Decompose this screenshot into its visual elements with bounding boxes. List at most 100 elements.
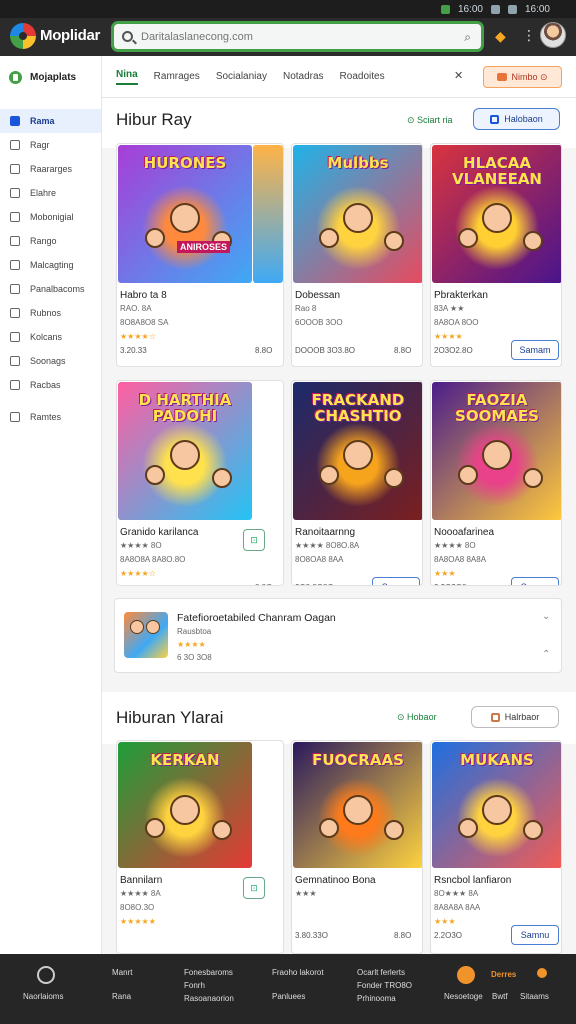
game-price: 2O8.8O8O — [295, 583, 334, 585]
sidebar-item-panalbacoms[interactable]: Panalbacoms — [0, 277, 101, 301]
game-action-button[interactable]: Samam — [511, 340, 559, 360]
game-title: Pbrakterkan — [434, 290, 488, 301]
game-price: 2.2O3O8 — [434, 583, 466, 585]
game-meta: ★★★ — [295, 889, 317, 898]
game-rating: ★★★★★ — [120, 917, 156, 926]
tab-roadoites[interactable]: Roadoites — [340, 71, 385, 82]
game-card[interactable]: HLACAA VLANEEAN Pbrakterkan 83A ★★ 8A8OA 8… — [430, 143, 562, 367]
coin-icon[interactable] — [457, 966, 475, 984]
section-header: Hiburan Ylarai ⊙ Hobaor Halrbaor — [102, 692, 576, 744]
sidebar-item-rango[interactable]: Rango — [0, 229, 101, 253]
sidebar-brand[interactable]: Mojaplats — [0, 56, 101, 98]
game-thumbnail: FAOZIA SOOMAES — [432, 382, 561, 520]
game-meta-secondary: 8A8O8A 8A8O.8O — [120, 555, 186, 564]
sidebar-item-ragr[interactable]: Ragr — [0, 133, 101, 157]
game-action-button[interactable]: Samnu — [511, 925, 559, 945]
tab-notadras[interactable]: Notadras — [283, 71, 324, 82]
more-options-icon[interactable]: ⋮ — [522, 27, 536, 44]
section-button-label: Halrbaor — [504, 712, 540, 722]
game-action-button[interactable]: Samnu — [372, 577, 420, 585]
bookmark-icon — [10, 332, 20, 342]
section-button[interactable]: Halrbaor — [471, 706, 559, 728]
chevron-up-icon[interactable]: ⌃ — [542, 649, 550, 660]
sidebar-item-ramtes[interactable]: Ramtes — [0, 405, 101, 429]
banner-meta-secondary: 6 3O 3O8 — [177, 653, 212, 662]
add-to-library-icon[interactable]: ⊡ — [243, 529, 265, 551]
gear-icon — [10, 356, 20, 366]
footer-highlight[interactable]: Derres — [491, 968, 516, 981]
game-card[interactable]: Mulbbs Dobessan Rao 8 6OOOB 3OO DOOOB 3O3.8… — [291, 143, 423, 367]
close-icon[interactable]: ✕ — [454, 69, 463, 82]
sidebar-item-label: Kolcans — [30, 332, 63, 342]
game-thumbnail: HLACAA VLANEEAN — [432, 145, 561, 283]
promo-label: Nimbo ⊙ — [511, 71, 548, 82]
game-meta-secondary: 8O8O.3O — [120, 903, 155, 912]
status-bar: 16:00 16:00 — [0, 0, 576, 18]
game-rating: ★★★ — [434, 569, 456, 578]
game-card[interactable]: FRACKAND CHASHTIO Ranoitaarnng ★★★★ 8O8O.… — [291, 380, 423, 586]
thumbnail-art-title: D HARTHIA PADOHI — [138, 391, 232, 425]
game-meta-secondary: 8O8A8O8 SA — [120, 318, 169, 327]
notifications-icon[interactable]: ◆ — [495, 28, 506, 45]
tab-ramrages[interactable]: Ramrages — [154, 71, 200, 82]
section-link[interactable]: ⊙ Hobaor — [397, 712, 437, 723]
game-title: Granido karilanca — [120, 527, 199, 538]
sidebar-item-malcagting[interactable]: Malcagting — [0, 253, 101, 277]
game-card[interactable]: FUOCRAAS Gemnatinoo Bona ★★★ 3.80.33O 8.8O — [291, 740, 423, 954]
sidebar-item-racbas[interactable]: Racbas — [0, 373, 101, 397]
thumbnail-art-title: HLACAA VLANEEAN — [452, 154, 542, 188]
sidebar-item-mobonigial[interactable]: Mobonigial — [0, 205, 101, 229]
settings-icon[interactable] — [37, 966, 55, 984]
footer-bar: Naorlaioms Manrt Rana Fonesbaroms Fonrh Ras… — [0, 954, 576, 1024]
game-card[interactable]: KERKAN Bannilarn ★★★★ 8A 8O8O.3O ★★★★★ ⊡ — [116, 740, 284, 954]
footer-col[interactable]: Ocarlt ferlerts Fonder TRO8O Prhinooma — [357, 966, 412, 1005]
game-card[interactable]: FAOZIA SOOMAES Noooafarinea ★★★★ 8O 8A8OA8… — [430, 380, 562, 586]
footer-col[interactable]: Naorlaioms — [23, 990, 63, 1003]
game-rating: ★★★ — [434, 917, 456, 926]
footer-col[interactable]: Manrt Rana — [112, 966, 132, 1003]
footer-col[interactable]: Fraoho lakorot Panluees — [272, 966, 324, 1003]
section-link[interactable]: ⊙ Sciart ria — [407, 115, 453, 126]
footer-col[interactable]: Bwtf — [492, 990, 508, 1003]
game-thumbnail: D HARTHIA PADOHI — [118, 382, 252, 520]
sidebar-item-rama[interactable]: Rama — [0, 109, 101, 133]
game-card[interactable]: HURONES ANIROSES Habro ta 8 RAO. 8A 8O8A8O8… — [116, 143, 284, 367]
tab-nina[interactable]: Nina — [116, 69, 138, 85]
search-input[interactable] — [141, 30, 461, 43]
sidebar-item-rubnos[interactable]: Rubnos — [0, 301, 101, 325]
section-button[interactable]: Halobaon — [473, 108, 560, 130]
section-title: Hibur Ray — [116, 110, 192, 129]
clock-icon — [10, 188, 20, 198]
status-time: 16:00 — [457, 3, 483, 15]
footer-col[interactable]: Nesoetoge — [444, 990, 483, 1003]
footer-col[interactable]: Sitaams — [520, 990, 549, 1003]
search-icon — [122, 31, 133, 42]
thumbnail-art-title: FRACKAND CHASHTIO — [311, 391, 405, 425]
avatar[interactable] — [540, 22, 566, 48]
section-button-icon — [490, 712, 500, 722]
game-card[interactable]: MUKANS Rsncbol lanfiaron 8O★★★ 8A 8A8A8A 8… — [430, 740, 562, 954]
featured-banner[interactable]: Fatefioroetabiled Chanram Oagan Rausbtoa… — [114, 598, 562, 673]
app-logo-icon[interactable] — [10, 23, 36, 49]
sidebar-item-raararges[interactable]: Raararges — [0, 157, 101, 181]
banner-rating: ★★★★ — [177, 640, 206, 649]
sidebar-item-elahre[interactable]: Elahre — [0, 181, 101, 205]
promo-icon — [497, 73, 508, 81]
game-title: Rsncbol lanfiaron — [434, 875, 512, 886]
sidebar-brand-label: Mojaplats — [30, 71, 77, 83]
game-title: Ranoitaarnng — [295, 527, 356, 538]
game-card[interactable]: D HARTHIA PADOHI Granido karilanca ★★★★ 8… — [116, 380, 284, 586]
promo-button[interactable]: Nimbo ⊙ — [483, 66, 562, 88]
game-action-button[interactable]: Samon — [511, 577, 559, 585]
tab-socialaniay[interactable]: Socialaniay — [216, 71, 267, 82]
sidebar-item-soonags[interactable]: Soonags — [0, 349, 101, 373]
search-bar[interactable]: ⌕ — [111, 21, 484, 52]
add-to-library-icon[interactable]: ⊡ — [243, 877, 265, 899]
mic-icon[interactable]: ⌕ — [464, 30, 471, 45]
chevron-down-icon[interactable]: ⌄ — [542, 611, 550, 622]
footer-col[interactable]: Fonesbaroms Fonrh Rasoanaorion — [184, 966, 234, 1005]
game-meta: ★★★★ 8A — [120, 889, 161, 898]
coin-small-icon — [537, 968, 547, 978]
page-icon — [10, 140, 20, 150]
sidebar-item-kolcans[interactable]: Kolcans — [0, 325, 101, 349]
